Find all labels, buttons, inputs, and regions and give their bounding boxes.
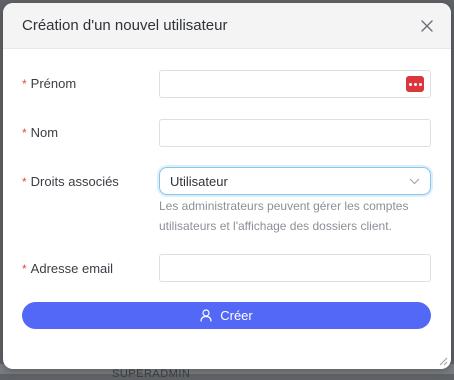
create-button-label: Créer — [220, 308, 253, 323]
user-icon — [200, 309, 212, 322]
required-marker: * — [22, 126, 27, 140]
last-name-input[interactable] — [159, 119, 431, 147]
create-button[interactable]: Créer — [22, 302, 431, 329]
required-marker: * — [22, 262, 27, 276]
required-marker: * — [22, 175, 27, 189]
create-user-dialog: Création d'un nouvel utilisateur * Prénom… — [3, 3, 451, 369]
rights-select[interactable]: Utilisateur — [159, 167, 431, 195]
required-marker: * — [22, 77, 27, 91]
dialog-title: Création d'un nouvel utilisateur — [22, 17, 228, 34]
email-label: * Adresse email — [22, 261, 114, 276]
first-name-input[interactable] — [159, 70, 431, 98]
email-input[interactable] — [159, 254, 431, 282]
background-text: SUPERADMIN — [112, 368, 191, 380]
rights-label: * Droits associés — [22, 174, 119, 189]
close-button[interactable] — [417, 16, 437, 36]
chevron-down-icon — [409, 178, 420, 184]
rights-help-text: Les administrateurs peuvent gérer les co… — [159, 199, 409, 233]
rights-selected-value: Utilisateur — [170, 173, 228, 189]
first-name-label: * Prénom — [22, 76, 77, 91]
dialog-header: Création d'un nouvel utilisateur — [3, 3, 451, 49]
password-manager-icon[interactable] — [406, 76, 424, 92]
resize-handle-icon[interactable] — [436, 354, 448, 366]
last-name-label: * Nom — [22, 125, 59, 140]
close-icon — [421, 19, 433, 32]
